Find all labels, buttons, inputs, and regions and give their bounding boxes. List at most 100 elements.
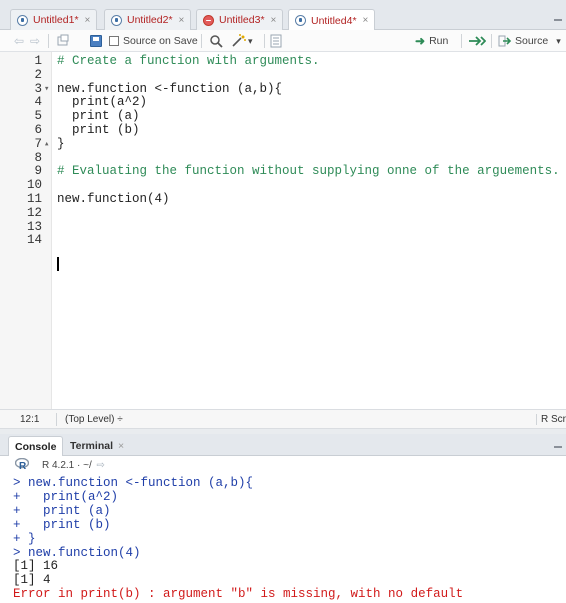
r-error-file-icon <box>203 14 214 26</box>
tab-label: Untitled3* <box>219 14 265 26</box>
code-line[interactable]: 9 # Evaluating the function without suppl… <box>0 164 566 178</box>
r-file-icon <box>111 14 122 26</box>
tab-close-icon[interactable]: × <box>118 440 124 452</box>
code-line[interactable]: 2 <box>0 68 566 82</box>
source-tab-bar: Untitled1* × Untitled2* × Untitled3* × U… <box>0 0 566 31</box>
chevron-down-icon[interactable]: ▾ <box>556 36 561 47</box>
console-error-line: Error in print(b) : argument "b" is miss… <box>13 587 464 602</box>
line-number: 4 <box>34 95 42 110</box>
code-text: # Evaluating the function without supply… <box>57 164 560 179</box>
tab-close-icon[interactable]: × <box>363 15 369 26</box>
tab-untitled3[interactable]: Untitled3* × <box>196 9 284 30</box>
code-line[interactable]: 1 # Create a function with arguments. <box>0 54 566 68</box>
tab-untitled2[interactable]: Untitled2* × <box>104 9 192 30</box>
code-text: print (a) <box>57 109 140 124</box>
fold-toggle-icon[interactable]: ▾ <box>44 82 49 96</box>
line-number: 13 <box>26 219 42 234</box>
svg-text:R: R <box>19 461 27 470</box>
line-number: 11 <box>26 192 42 206</box>
code-text: # Create a function with arguments. <box>57 54 320 68</box>
toolbar-divider <box>264 34 265 48</box>
source-label: Source <box>515 35 549 47</box>
code-line[interactable]: 12 <box>0 206 566 220</box>
source-on-save-checkbox[interactable]: Source on Save <box>109 33 198 49</box>
r-file-icon <box>295 15 306 26</box>
forward-arrow-icon[interactable]: ⇨ <box>30 33 40 49</box>
console-line: + print (a) <box>13 503 111 518</box>
toolbar-divider <box>491 34 492 48</box>
r-version-path: R 4.2.1 · ~/ ⇨ <box>42 460 105 471</box>
console-output[interactable]: > new.function <-function (a,b){+ print(… <box>0 474 566 603</box>
code-line[interactable]: 13 <box>0 220 566 234</box>
line-number: 8 <box>34 150 42 165</box>
line-number: 2 <box>34 67 42 82</box>
code-line[interactable]: 6 print (b) <box>0 123 566 137</box>
file-type-selector[interactable]: R Scr <box>536 414 566 425</box>
tab-close-icon[interactable]: × <box>271 15 277 26</box>
back-arrow-icon[interactable]: ⇦ <box>14 33 24 49</box>
line-number: 6 <box>34 123 42 137</box>
code-line[interactable]: 11 new.function(4) <box>0 192 566 206</box>
code-line[interactable]: 4 print(a^2) <box>0 95 566 109</box>
go-to-directory-arrow-icon[interactable]: ⇨ <box>97 460 105 471</box>
tab-close-icon[interactable]: × <box>179 15 185 26</box>
cursor-position: 12:1 <box>20 414 40 425</box>
fold-toggle-icon[interactable]: ▴ <box>44 137 49 151</box>
source-arrow-icon <box>498 35 512 47</box>
editor-status-bar: 12:1 (Top Level) ÷ R Scr <box>0 409 566 429</box>
console-line: + print (b) <box>13 517 111 532</box>
code-line[interactable]: 14 <box>0 233 566 247</box>
chevron-down-icon[interactable]: ▾ <box>248 36 253 47</box>
toolbar-divider <box>461 34 462 48</box>
line-number: 12 <box>26 205 42 220</box>
code-text: print(a^2) <box>57 95 148 110</box>
tab-console[interactable]: Console <box>8 436 64 456</box>
run-arrow-icon: ➜ <box>415 34 426 48</box>
run-label: Run <box>429 35 449 47</box>
run-button[interactable]: ➜ Run <box>415 33 448 49</box>
line-number: 3 <box>34 81 42 96</box>
r-file-icon <box>17 14 28 26</box>
code-text: print (b) <box>57 123 140 137</box>
code-line[interactable]: 5 print (a) <box>0 109 566 123</box>
code-text: new.function(4) <box>57 192 170 206</box>
checkbox-icon[interactable] <box>109 36 119 46</box>
toolbar-divider <box>201 34 202 48</box>
line-number: 7 <box>34 136 42 151</box>
r-logo-icon: R <box>15 458 29 470</box>
tab-untitled1[interactable]: Untitled1* × <box>10 9 98 30</box>
toolbar-divider <box>48 34 49 48</box>
tab-terminal[interactable]: Terminal × <box>64 436 130 456</box>
console-info-bar: R R 4.2.1 · ~/ ⇨ <box>0 456 566 474</box>
save-icon[interactable] <box>90 33 102 49</box>
code-line[interactable]: 7 ▴} <box>0 137 566 151</box>
rerun-icon[interactable] <box>468 33 486 49</box>
show-in-window-icon[interactable] <box>56 33 70 49</box>
text-cursor <box>57 257 59 271</box>
line-number: 14 <box>26 233 42 248</box>
console-line: [1] 4 <box>13 573 51 588</box>
code-line[interactable]: 3 ▾ new.function <-function (a,b){ <box>0 82 566 96</box>
scope-selector[interactable]: (Top Level) ÷ <box>65 414 123 425</box>
tab-label: Terminal <box>70 440 113 452</box>
console-tab-bar: Console Terminal × <box>0 434 566 456</box>
minimize-pane-icon[interactable] <box>554 19 562 21</box>
minimize-pane-icon[interactable] <box>554 446 562 448</box>
code-line[interactable]: 10 <box>0 178 566 192</box>
source-button[interactable]: Source ▾ <box>498 33 561 49</box>
tab-label: Console <box>15 440 57 453</box>
line-number: 1 <box>34 54 42 68</box>
tab-close-icon[interactable]: × <box>85 15 91 26</box>
compile-report-icon[interactable] <box>270 33 282 49</box>
code-text: new.function <-function (a,b){ <box>57 81 283 96</box>
code-text: } <box>57 136 65 151</box>
code-tools-wand-icon[interactable]: ▾ <box>231 33 253 49</box>
code-editor[interactable]: 1 # Create a function with arguments. 2 3 ▾ n… <box>0 52 566 409</box>
code-line[interactable]: 8 <box>0 151 566 165</box>
tab-untitled4[interactable]: Untitled4* × <box>288 9 376 31</box>
line-number: 5 <box>34 109 42 124</box>
console-line: [1] 16 <box>13 559 59 574</box>
search-icon[interactable] <box>209 33 223 49</box>
source-on-save-label: Source on Save <box>123 35 198 47</box>
tab-label: Untitled4* <box>311 14 357 27</box>
